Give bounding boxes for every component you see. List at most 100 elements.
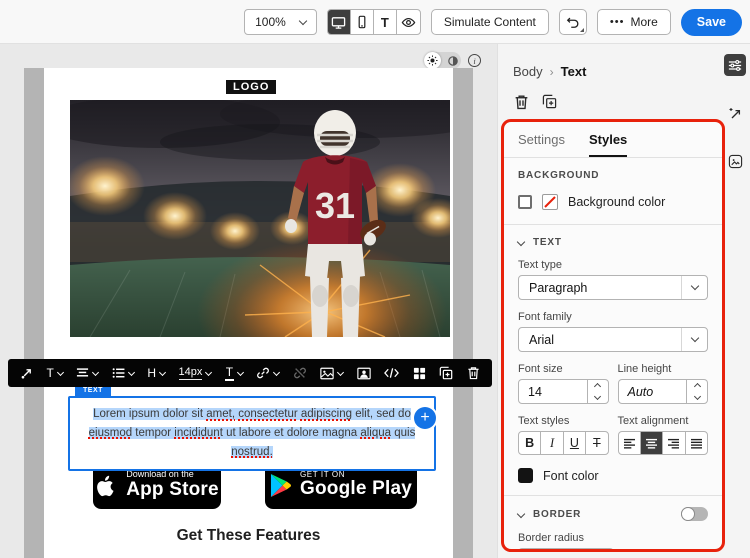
unlink-button[interactable] — [293, 366, 307, 380]
background-color-row: Background color — [518, 194, 708, 210]
font-color-swatch[interactable] — [518, 468, 533, 483]
text-alignment-label: Text alignment — [617, 415, 689, 427]
hero-image[interactable]: 31 — [70, 100, 450, 337]
font-size-stepper[interactable]: 14 — [518, 379, 609, 404]
list-button[interactable] — [112, 367, 135, 379]
font-size-button[interactable]: 14px — [178, 366, 213, 380]
align-left-button[interactable] — [619, 432, 641, 454]
text-section-header[interactable]: TEXT — [516, 237, 708, 248]
chevron-down-icon — [337, 368, 345, 376]
chevron-up-icon — [693, 383, 701, 391]
border-section-header[interactable]: BORDER — [516, 509, 581, 520]
line-height-stepper[interactable]: Auto — [617, 379, 708, 404]
info-icon[interactable]: i — [468, 54, 481, 67]
properties-panel: Body › Text Settings Styles BACKGROUND B… — [497, 44, 750, 558]
bold-button[interactable]: B — [519, 432, 542, 454]
badge-title: App Store — [126, 479, 219, 500]
border-radius-stepper[interactable]: 0 — [518, 548, 614, 552]
pin-toolbar-button[interactable] — [20, 367, 33, 380]
zoom-level-select[interactable]: 100% — [244, 9, 317, 35]
border-toggle[interactable] — [681, 507, 708, 521]
text-color-button[interactable]: T — [224, 366, 244, 381]
align-right-icon — [668, 438, 680, 449]
italic-button[interactable]: I — [541, 432, 564, 454]
toggle-knob — [681, 507, 695, 521]
fragments-button[interactable] — [413, 367, 426, 380]
delete-element-button[interactable] — [514, 94, 529, 110]
svg-text:31: 31 — [315, 185, 355, 226]
selected-text-block[interactable]: Lorem ipsum dolor sit amet, consectetur … — [68, 396, 436, 471]
design-canvas: i LOGO 31 T H 14px T TEXT Lorem ipsum do… — [0, 44, 497, 558]
step-down-button[interactable] — [588, 392, 608, 404]
align-justify-icon — [690, 438, 702, 449]
alignment-button[interactable] — [76, 367, 100, 379]
font-style-button[interactable]: T — [47, 366, 64, 380]
line-height-value: Auto — [627, 384, 654, 399]
apple-icon — [97, 475, 114, 496]
phone-icon — [358, 15, 366, 29]
asset-image-icon — [357, 367, 371, 379]
style-settings-button[interactable] — [724, 54, 746, 76]
font-color-label: Font color — [543, 468, 599, 483]
element-actions — [514, 94, 557, 110]
heading-button[interactable]: H — [147, 366, 167, 380]
underline-button[interactable]: U — [564, 432, 587, 454]
font-family-select[interactable]: Arial — [518, 327, 708, 352]
insert-image-button[interactable] — [320, 367, 345, 380]
theme-preview-controls: i — [424, 52, 481, 69]
asset-picker-button[interactable] — [357, 367, 371, 380]
text-styles-label: Text styles — [518, 415, 570, 427]
chevron-down-icon — [681, 276, 707, 299]
add-component-button[interactable]: + — [414, 407, 436, 429]
google-play-icon — [270, 474, 291, 497]
text-view-icon: T — [380, 14, 389, 30]
delete-button[interactable] — [467, 366, 480, 380]
step-up-button[interactable] — [687, 380, 707, 392]
undo-icon — [566, 17, 579, 28]
preview-button[interactable] — [397, 10, 420, 34]
align-justify-button[interactable] — [686, 432, 707, 454]
desktop-preview-button[interactable] — [327, 10, 351, 34]
code-button[interactable] — [384, 367, 400, 379]
strikethrough-button[interactable]: T — [586, 432, 607, 454]
step-up-button[interactable] — [593, 549, 613, 552]
font-size-value: 14px — [178, 366, 203, 380]
more-button[interactable]: ••• More — [596, 9, 671, 35]
divider — [504, 224, 722, 225]
duplicate-element-button[interactable] — [542, 94, 557, 110]
preview-mode-group: T — [326, 9, 421, 35]
align-right-button[interactable] — [663, 432, 686, 454]
undo-dropdown-corner — [579, 28, 584, 32]
background-color-label: Background color — [568, 195, 666, 209]
align-left-icon — [623, 438, 635, 449]
zoom-level-value: 100% — [255, 15, 286, 29]
text-view-button[interactable]: T — [374, 10, 397, 34]
features-heading[interactable]: Get These Features — [44, 527, 453, 545]
step-up-button[interactable] — [588, 380, 608, 392]
light-dark-toggle[interactable] — [424, 52, 461, 69]
chevron-down-icon — [298, 16, 308, 25]
breadcrumb-body[interactable]: Body — [513, 64, 543, 79]
sun-icon — [427, 55, 438, 66]
pin-icon — [21, 368, 31, 379]
mobile-preview-button[interactable] — [351, 10, 374, 34]
chevron-down-icon — [516, 237, 526, 247]
simulate-content-button[interactable]: Simulate Content — [430, 9, 549, 35]
no-color-swatch[interactable] — [542, 194, 558, 210]
step-down-button[interactable] — [687, 392, 707, 404]
link-button[interactable] — [256, 366, 281, 380]
bullet-list-icon — [112, 368, 125, 378]
text-type-select[interactable]: Paragraph — [518, 275, 708, 300]
tab-settings[interactable]: Settings — [518, 132, 565, 157]
ai-assistant-button[interactable] — [724, 102, 746, 124]
panel-icon-strip — [722, 44, 748, 172]
undo-button[interactable] — [558, 9, 587, 35]
duplicate-button[interactable] — [439, 366, 453, 380]
logo-block[interactable]: LOGO — [226, 80, 277, 94]
save-button[interactable]: Save — [680, 8, 742, 36]
assets-button[interactable] — [724, 150, 746, 172]
font-family-label: Font family — [518, 311, 572, 323]
align-center-button[interactable] — [640, 432, 664, 454]
background-color-checkbox[interactable] — [518, 195, 532, 209]
tab-styles[interactable]: Styles — [588, 132, 628, 157]
